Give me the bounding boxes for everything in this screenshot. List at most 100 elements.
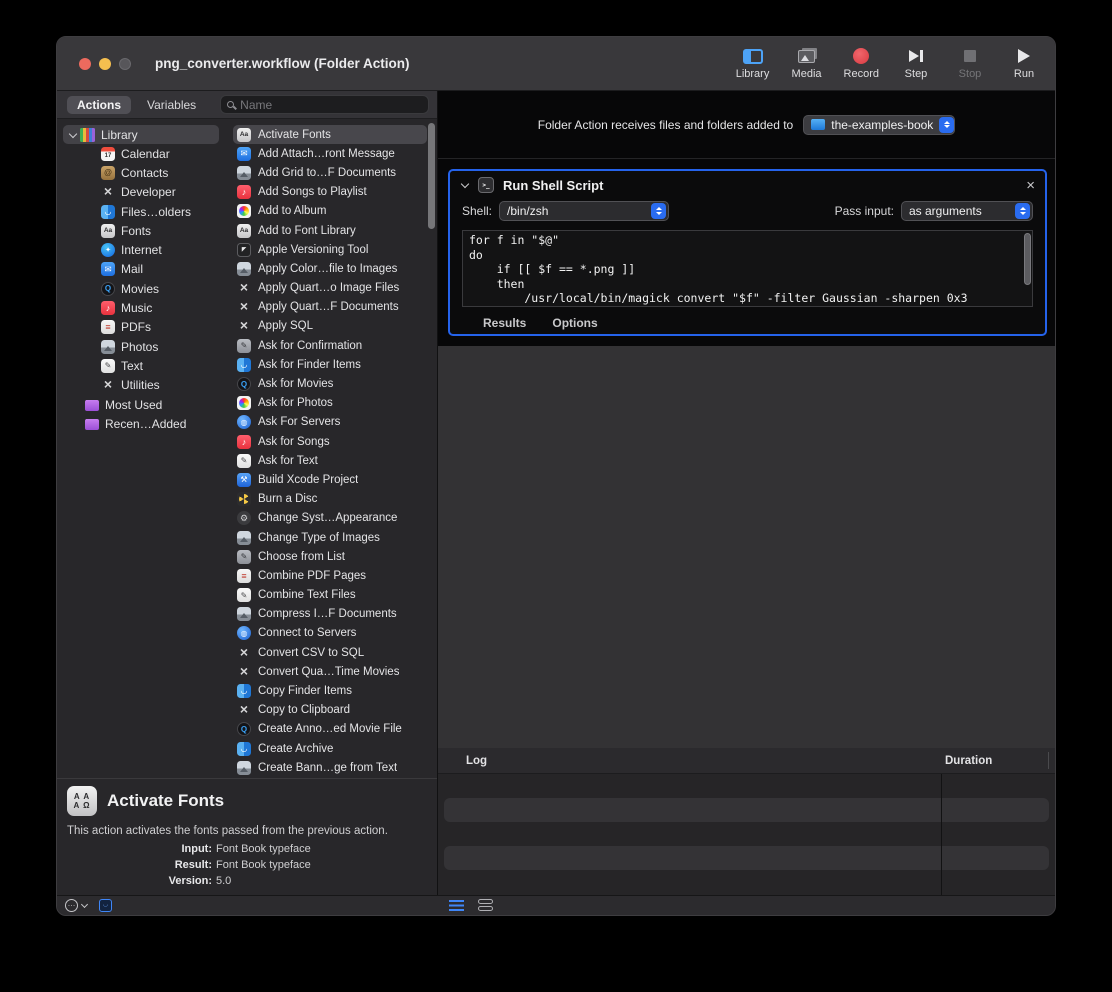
toolbar-run-button[interactable]: Run bbox=[1007, 47, 1041, 80]
toolbar-step-button[interactable]: Step bbox=[899, 47, 933, 80]
close-window-button[interactable] bbox=[79, 58, 91, 70]
code-scrollbar[interactable] bbox=[1024, 233, 1031, 285]
action-item[interactable]: Connect to Servers bbox=[233, 624, 427, 643]
tree-item-library[interactable]: Library bbox=[63, 125, 219, 144]
action-item[interactable]: Apply Quart…o Image Files bbox=[233, 279, 427, 298]
action-item[interactable]: Add to Album bbox=[233, 202, 427, 221]
tab-variables[interactable]: Variables bbox=[137, 96, 206, 114]
tree-item-calendar[interactable]: Calendar bbox=[57, 144, 229, 163]
tree-item-label: PDFs bbox=[121, 320, 151, 334]
toolbar-media-button[interactable]: Media bbox=[790, 47, 824, 80]
action-item[interactable]: Convert CSV to SQL bbox=[233, 643, 427, 662]
run-shell-script-action: Run Shell Script × Shell: /bin/zsh Pass … bbox=[448, 169, 1047, 336]
tree-item-mail[interactable]: Mail bbox=[57, 260, 229, 279]
tree-item-files-olders[interactable]: Files…olders bbox=[57, 202, 229, 221]
log-list-view-icon[interactable] bbox=[449, 900, 464, 911]
tree-item-photos[interactable]: Photos bbox=[57, 337, 229, 356]
action-item[interactable]: Build Xcode Project bbox=[233, 470, 427, 489]
tab-actions[interactable]: Actions bbox=[67, 96, 131, 114]
library-tabs-row: Actions Variables bbox=[57, 91, 437, 119]
tree-item-text[interactable]: Text bbox=[57, 356, 229, 375]
action-item[interactable]: Ask for Movies bbox=[233, 374, 427, 393]
shell-popup[interactable]: /bin/zsh bbox=[499, 201, 669, 221]
disclosure-chevron-icon[interactable] bbox=[461, 180, 469, 188]
results-link[interactable]: Results bbox=[483, 316, 526, 330]
search-field[interactable] bbox=[220, 95, 429, 114]
action-item[interactable]: Add Songs to Playlist bbox=[233, 183, 427, 202]
popup-chevrons-icon bbox=[939, 117, 954, 133]
tree-item-recen-added[interactable]: Recen…Added bbox=[57, 414, 229, 433]
action-item[interactable]: Ask for Finder Items bbox=[233, 355, 427, 374]
description-field: Input:Font Book typeface bbox=[57, 841, 437, 857]
actions-scrollbar[interactable] bbox=[428, 123, 435, 229]
stop-icon bbox=[964, 47, 976, 65]
zoom-window-button[interactable] bbox=[119, 58, 131, 70]
action-item[interactable]: Create Anno…ed Movie File bbox=[233, 720, 427, 739]
workflow-canvas bbox=[438, 346, 1055, 748]
action-item[interactable]: Apply Quart…F Documents bbox=[233, 298, 427, 317]
action-item[interactable]: Apply SQL bbox=[233, 317, 427, 336]
folder-select-popup[interactable]: the-examples-book bbox=[803, 115, 955, 135]
search-input[interactable] bbox=[240, 98, 422, 112]
close-action-icon[interactable]: × bbox=[1026, 178, 1035, 193]
action-item[interactable]: Copy Finder Items bbox=[233, 681, 427, 700]
action-title: Run Shell Script bbox=[503, 178, 603, 193]
action-item[interactable]: Apple Versioning Tool bbox=[233, 240, 427, 259]
tree-item-contacts[interactable]: Contacts bbox=[57, 163, 229, 182]
action-item[interactable]: Add Grid to…F Documents bbox=[233, 163, 427, 182]
tree-item-music[interactable]: Music bbox=[57, 298, 229, 317]
action-item[interactable]: Ask for Songs bbox=[233, 432, 427, 451]
action-item[interactable]: Activate Fonts bbox=[233, 125, 427, 144]
media-browser-icon[interactable] bbox=[99, 899, 112, 912]
log-grouped-view-icon[interactable] bbox=[478, 899, 493, 912]
action-item[interactable]: Ask for Text bbox=[233, 451, 427, 470]
action-item[interactable]: Add Attach…ront Message bbox=[233, 144, 427, 163]
music-icon bbox=[237, 435, 251, 449]
tree-item-movies[interactable]: Movies bbox=[57, 279, 229, 298]
action-item[interactable]: Create Bann…ge from Text bbox=[233, 758, 427, 777]
toolbar-library-button[interactable]: Library bbox=[736, 47, 770, 80]
tree-item-utilities[interactable]: Utilities bbox=[57, 376, 229, 395]
action-item[interactable]: Change Syst…Appearance bbox=[233, 509, 427, 528]
utilities-icon bbox=[237, 665, 251, 679]
shell-script-code[interactable]: for f in "$@" do if [[ $f == *.png ]] th… bbox=[463, 231, 1032, 307]
action-item[interactable]: Choose from List bbox=[233, 547, 427, 566]
action-item[interactable]: Compress I…F Documents bbox=[233, 605, 427, 624]
toolbar-label: Media bbox=[792, 68, 822, 80]
action-item[interactable]: Change Type of Images bbox=[233, 528, 427, 547]
music-icon bbox=[101, 301, 115, 315]
pass-input-popup[interactable]: as arguments bbox=[901, 201, 1033, 221]
chevron-down-icon[interactable] bbox=[81, 901, 88, 908]
action-item[interactable]: Apply Color…file to Images bbox=[233, 259, 427, 278]
tree-item-most-used[interactable]: Most Used bbox=[57, 395, 229, 414]
action-item[interactable]: Copy to Clipboard bbox=[233, 701, 427, 720]
action-item[interactable]: Create Book bbox=[233, 777, 427, 778]
tree-item-fonts[interactable]: Fonts bbox=[57, 221, 229, 240]
action-item[interactable]: Add to Font Library bbox=[233, 221, 427, 240]
action-item[interactable]: Combine PDF Pages bbox=[233, 566, 427, 585]
action-item[interactable]: Ask For Servers bbox=[233, 413, 427, 432]
shell-script-editor[interactable]: for f in "$@" do if [[ $f == *.png ]] th… bbox=[462, 230, 1033, 307]
toolbar-record-button[interactable]: Record bbox=[844, 47, 879, 80]
action-item-label: Ask for Songs bbox=[258, 436, 330, 448]
folder-action-text: Folder Action receives files and folders… bbox=[538, 118, 793, 132]
circle-ellipsis-icon[interactable] bbox=[65, 899, 78, 912]
action-item[interactable]: Ask for Confirmation bbox=[233, 336, 427, 355]
action-item[interactable]: Convert Qua…Time Movies bbox=[233, 662, 427, 681]
options-link[interactable]: Options bbox=[552, 316, 597, 330]
description-field: Version:5.0 bbox=[57, 873, 437, 889]
action-item-label: Ask for Finder Items bbox=[258, 359, 361, 371]
action-item[interactable]: Combine Text Files bbox=[233, 586, 427, 605]
library-panel: Actions Variables Library CalendarContac… bbox=[57, 91, 438, 895]
workflow-panel: Folder Action receives files and folders… bbox=[438, 91, 1055, 895]
minimize-window-button[interactable] bbox=[99, 58, 111, 70]
tree-item-label: Photos bbox=[121, 340, 158, 354]
action-item[interactable]: Ask for Photos bbox=[233, 394, 427, 413]
tree-item-internet[interactable]: Internet bbox=[57, 240, 229, 259]
tree-item-developer[interactable]: Developer bbox=[57, 183, 229, 202]
action-item[interactable]: Create Archive bbox=[233, 739, 427, 758]
action-item[interactable]: Burn a Disc bbox=[233, 490, 427, 509]
tree-item-pdfs[interactable]: PDFs bbox=[57, 318, 229, 337]
tree-item-label: Text bbox=[121, 359, 143, 373]
chevron-down-icon[interactable] bbox=[69, 129, 77, 137]
